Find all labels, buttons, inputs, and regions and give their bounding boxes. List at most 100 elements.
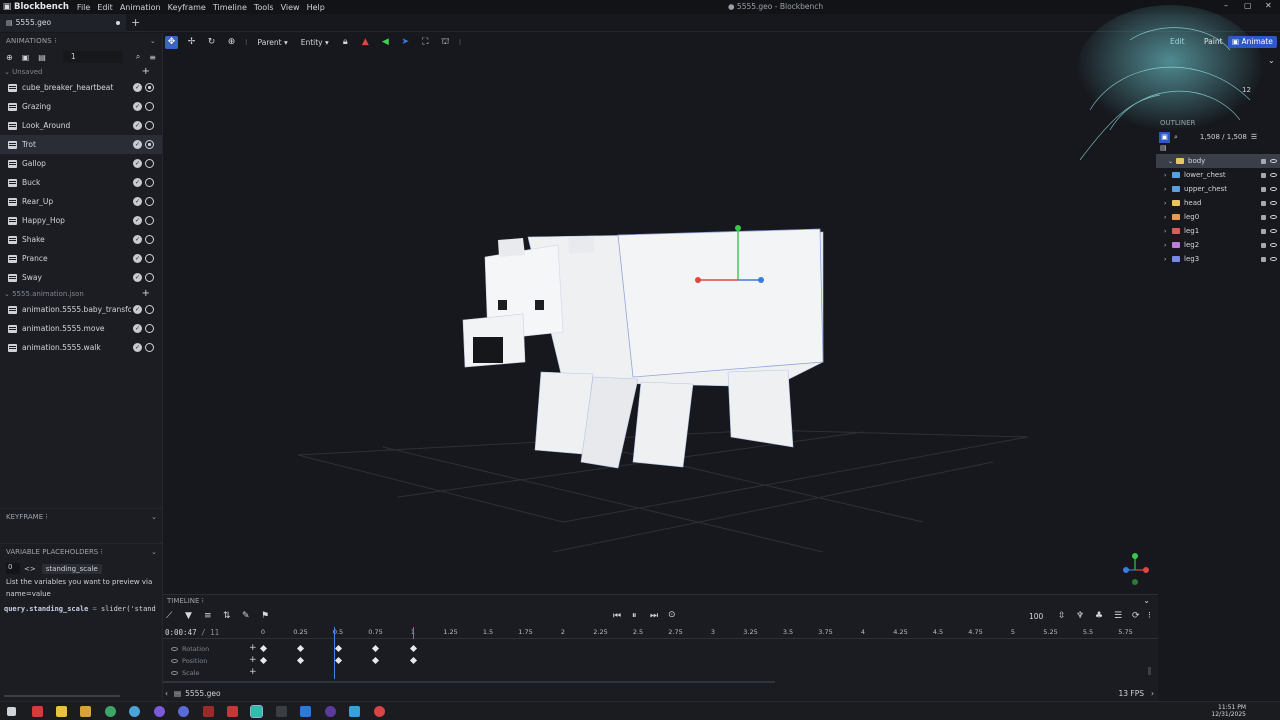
- animation-end-marker[interactable]: [413, 627, 414, 639]
- play-toggle-icon[interactable]: [145, 216, 154, 225]
- app-icon-2[interactable]: [56, 706, 67, 717]
- rotate-tool-icon[interactable]: ↻: [205, 36, 218, 49]
- outliner-item-body[interactable]: ⌄ body: [1156, 154, 1280, 168]
- app-icon-8[interactable]: [325, 706, 336, 717]
- play-toggle-icon[interactable]: [145, 121, 154, 130]
- play-toggle-icon[interactable]: [145, 254, 154, 263]
- expand-arrow-icon[interactable]: ›: [1164, 228, 1172, 235]
- animation-group-header[interactable]: ⌄ 5555.animation.json +: [0, 287, 162, 300]
- play-toggle-icon[interactable]: [145, 343, 154, 352]
- animation-item[interactable]: animation.5555.move ✓: [0, 319, 162, 338]
- sort-list-icon[interactable]: ≡: [149, 53, 156, 62]
- outliner-filter-icon[interactable]: ▤: [1156, 144, 1280, 154]
- taskbar-clock[interactable]: 11:51 PM 12/31/2025: [1211, 704, 1246, 718]
- collapse-chevron-icon[interactable]: ⌄: [150, 37, 156, 45]
- collapse-chevron-icon[interactable]: ⌄: [1268, 56, 1275, 65]
- menu-file[interactable]: File: [77, 3, 90, 12]
- lock-icon[interactable]: [1261, 256, 1266, 262]
- visibility-eye-icon[interactable]: [1270, 173, 1277, 177]
- expand-arrow-icon[interactable]: ›: [1164, 172, 1172, 179]
- outliner-item-leg0[interactable]: › leg0: [1156, 210, 1280, 224]
- outliner-menu-icon[interactable]: ☰: [1251, 133, 1257, 141]
- menu-keyframe[interactable]: Keyframe: [168, 3, 206, 12]
- play-toggle-icon[interactable]: [145, 159, 154, 168]
- vscode-icon[interactable]: [300, 706, 311, 717]
- axis-y-icon[interactable]: ◀: [379, 36, 392, 49]
- add-animation-icon[interactable]: ⊕: [6, 53, 13, 62]
- lock-icon[interactable]: [1261, 186, 1266, 192]
- animation-item[interactable]: Trot ✓: [0, 135, 162, 154]
- app-icon-10[interactable]: [374, 706, 385, 717]
- graph-editor-icon[interactable]: ⟋: [166, 611, 172, 621]
- visibility-eye-icon[interactable]: [1270, 243, 1277, 247]
- chrome-icon[interactable]: [105, 706, 116, 717]
- app-icon-6[interactable]: [227, 706, 238, 717]
- paint-mode-button[interactable]: Paint: [1200, 36, 1227, 48]
- save-status-icon[interactable]: ✓: [133, 83, 142, 92]
- pause-icon[interactable]: ⏸: [632, 611, 637, 621]
- outliner-item-leg2[interactable]: › leg2: [1156, 238, 1280, 252]
- variable-index-input[interactable]: 0: [6, 563, 20, 574]
- keyframe[interactable]: [259, 656, 267, 665]
- timeline-scrollbar[interactable]: [163, 681, 775, 683]
- timeline-ruler[interactable]: 0:00:47 / 11 00.250.50.7511.251.51.7522.…: [163, 626, 1158, 639]
- visibility-eye-icon[interactable]: [1270, 215, 1277, 219]
- lock-icon[interactable]: [1261, 214, 1266, 220]
- animation-item[interactable]: Sway ✓: [0, 268, 162, 287]
- menu-help[interactable]: Help: [307, 3, 325, 12]
- menu-tools[interactable]: Tools: [254, 3, 274, 12]
- skip-forward-icon[interactable]: ⏭: [650, 611, 658, 621]
- lock-icon[interactable]: [1261, 242, 1266, 248]
- playhead[interactable]: [333, 627, 335, 679]
- keyframe[interactable]: [296, 656, 305, 665]
- outliner-item-leg1[interactable]: › leg1: [1156, 224, 1280, 238]
- 3d-viewport[interactable]: [163, 52, 1158, 592]
- keyframe[interactable]: [371, 644, 380, 653]
- collapse-chevron-icon[interactable]: ⌄: [151, 513, 157, 521]
- toolbar-more-icon[interactable]: ⁝: [459, 38, 462, 47]
- sidebar-toggle-icon[interactable]: ‹: [165, 689, 168, 698]
- save-status-icon[interactable]: ✓: [133, 273, 142, 282]
- collapse-chevron-icon[interactable]: ⌄: [1143, 596, 1150, 605]
- outliner-item-upper_chest[interactable]: › upper_chest: [1156, 182, 1280, 196]
- outliner-item-head[interactable]: › head: [1156, 196, 1280, 210]
- more-icon[interactable]: ⁝: [1148, 611, 1151, 621]
- expand-arrow-icon[interactable]: ›: [1164, 242, 1172, 249]
- animation-item[interactable]: Buck ✓: [0, 173, 162, 192]
- play-toggle-icon[interactable]: [145, 324, 154, 333]
- filter-icon[interactable]: ▼: [185, 611, 192, 621]
- skip-back-icon[interactable]: ⏮: [613, 611, 621, 621]
- keyframe[interactable]: [371, 656, 380, 665]
- menu-view[interactable]: View: [281, 3, 300, 12]
- expand-arrow-icon[interactable]: ›: [1164, 186, 1172, 193]
- save-status-icon[interactable]: ✓: [133, 235, 142, 244]
- panel-menu-icon[interactable]: ⁝: [100, 548, 102, 556]
- visibility-eye-icon[interactable]: [1270, 159, 1277, 163]
- expand-arrow-icon[interactable]: ⌄: [1168, 158, 1176, 165]
- animation-item[interactable]: Rear_Up ✓: [0, 192, 162, 211]
- play-toggle-icon[interactable]: [145, 140, 154, 149]
- save-status-icon[interactable]: ✓: [133, 305, 142, 314]
- outliner-item-leg3[interactable]: › leg3: [1156, 252, 1280, 266]
- animation-item[interactable]: animation.5555.baby_transform ✓: [0, 300, 162, 319]
- animation-item[interactable]: Happy_Hop ✓: [0, 211, 162, 230]
- animation-group-header[interactable]: ⌄ Unsaved +: [0, 65, 162, 78]
- panel-menu-icon[interactable]: ⁝: [202, 597, 204, 605]
- save-status-icon[interactable]: ✓: [133, 254, 142, 263]
- channels-icon[interactable]: ≡: [204, 611, 212, 621]
- save-status-icon[interactable]: ✓: [133, 324, 142, 333]
- animation-item[interactable]: Look_Around ✓: [0, 116, 162, 135]
- animate-mode-button[interactable]: ▣ Animate: [1228, 36, 1277, 48]
- zoom-timeline-icon[interactable]: ⇳: [1058, 611, 1066, 621]
- app-icon-1[interactable]: [32, 706, 43, 717]
- visibility-eye-icon[interactable]: [1270, 201, 1277, 205]
- play-toggle-icon[interactable]: [145, 102, 154, 111]
- menu-edit[interactable]: Edit: [97, 3, 113, 12]
- save-status-icon[interactable]: ✓: [133, 216, 142, 225]
- lock-icon[interactable]: [1261, 158, 1266, 164]
- expand-arrow-icon[interactable]: ›: [1164, 256, 1172, 263]
- variable-name-chip[interactable]: standing_scale: [41, 563, 102, 574]
- variable-code-input[interactable]: query.standing_scale = slider('stand: [0, 603, 162, 615]
- menu-timeline[interactable]: Timeline: [213, 3, 247, 12]
- play-toggle-icon[interactable]: [145, 83, 154, 92]
